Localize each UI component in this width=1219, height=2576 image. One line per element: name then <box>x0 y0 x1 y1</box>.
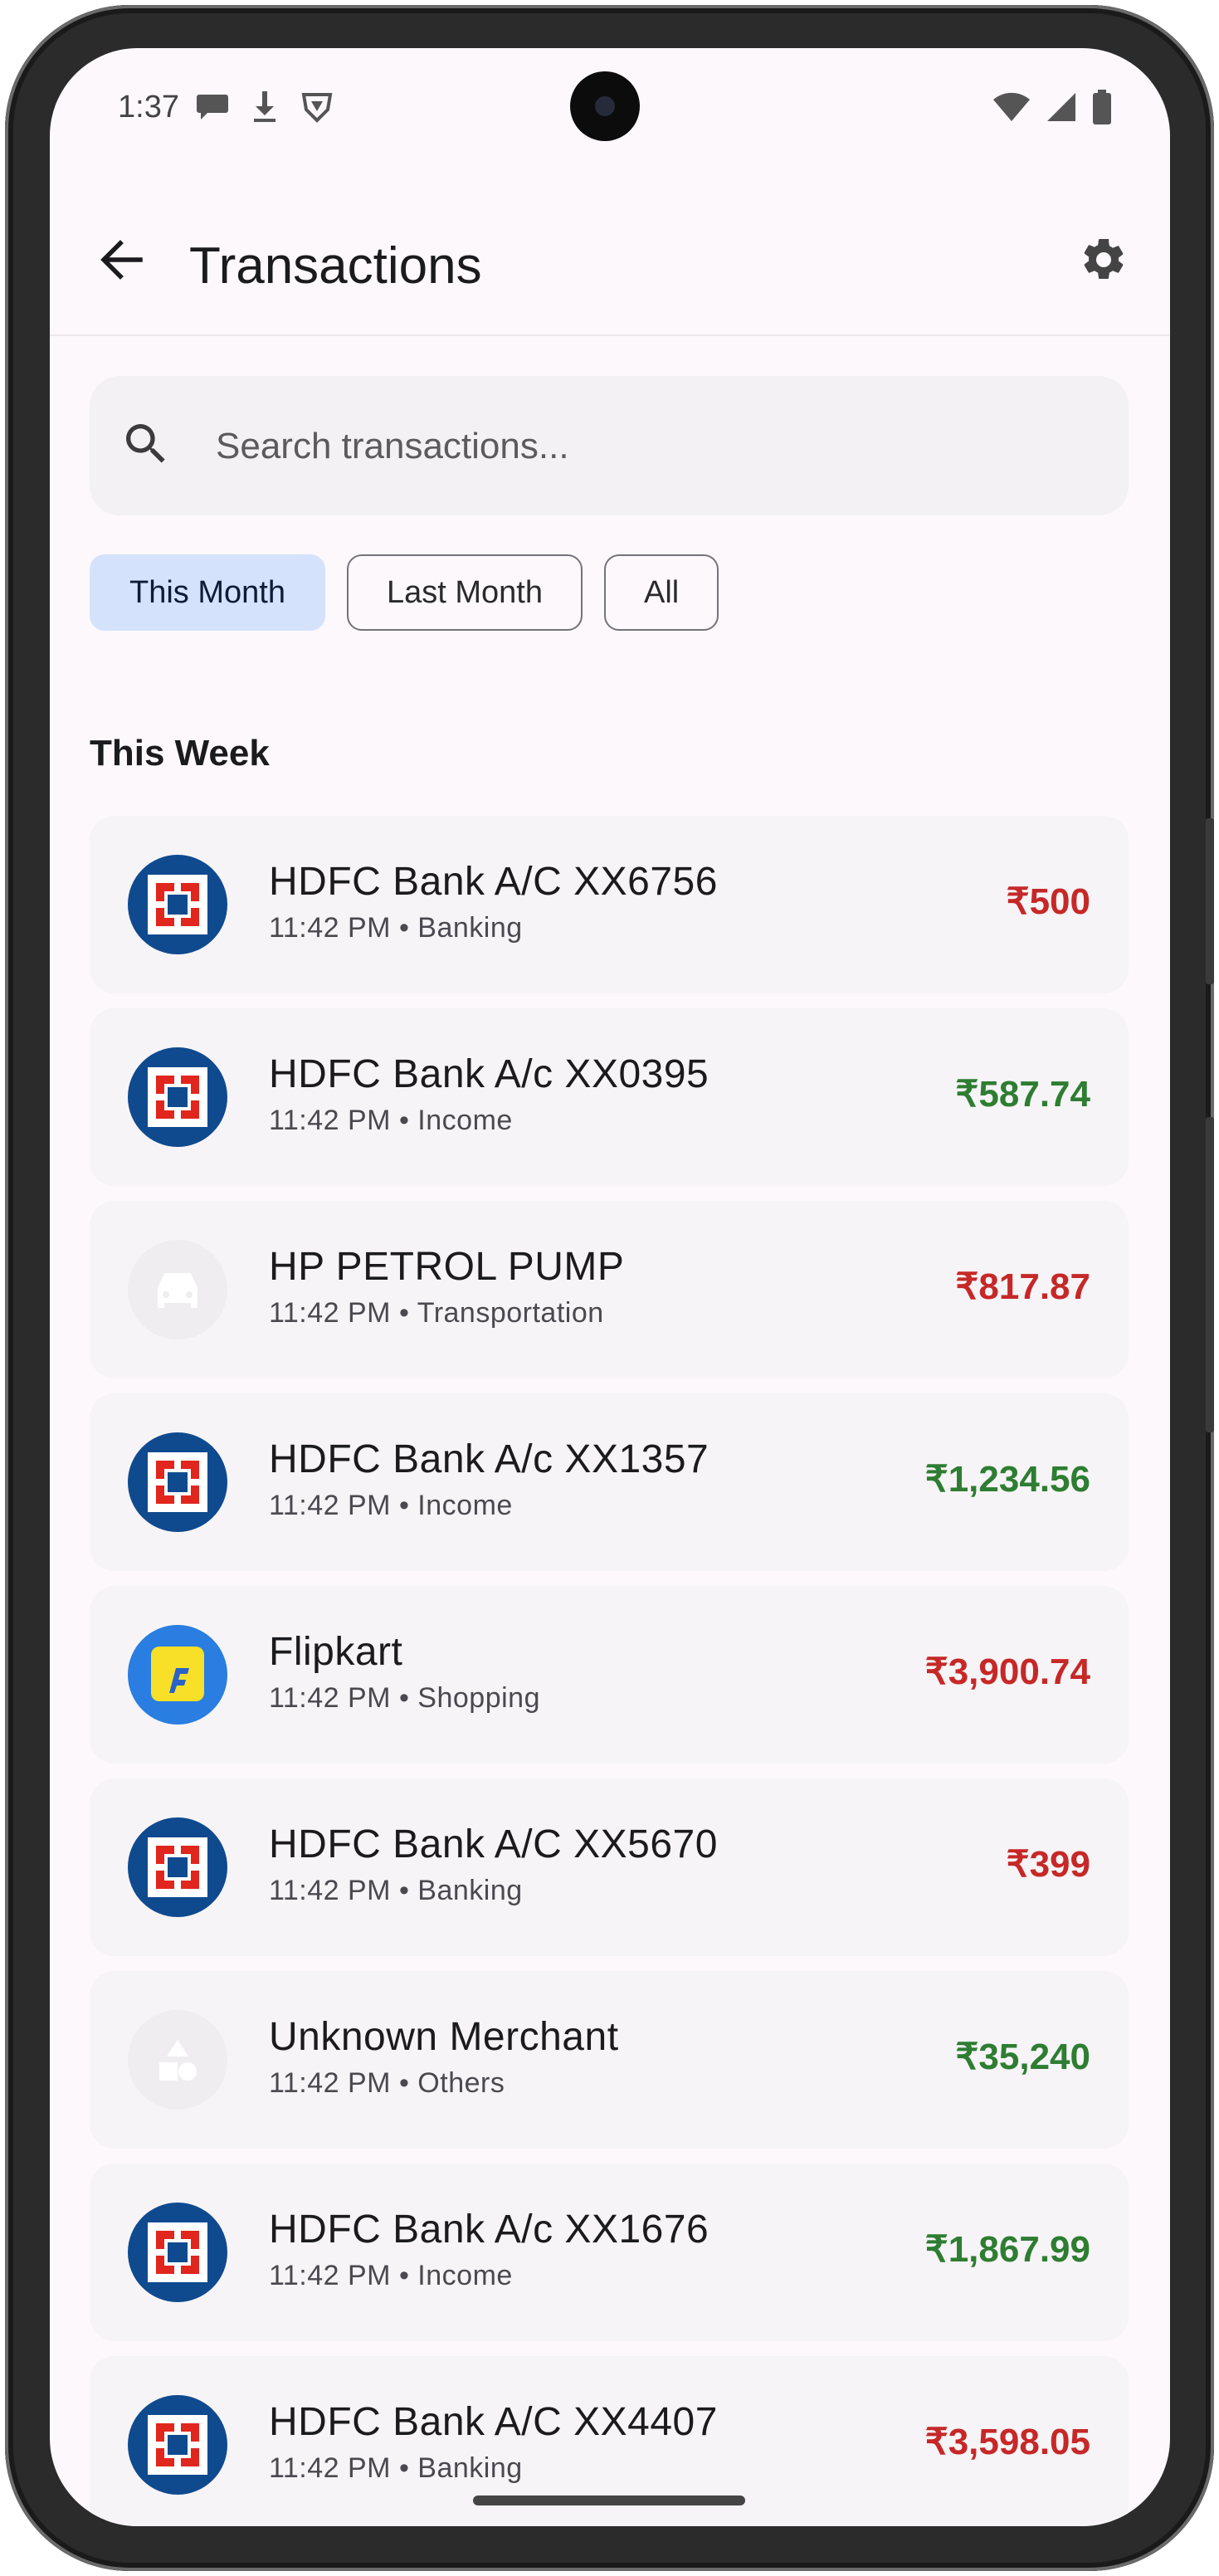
message-icon <box>196 91 229 125</box>
transaction-amount: ₹3,900.74 <box>924 1651 1090 1692</box>
transaction-item[interactable]: HDFC Bank A/C XX5670 11:42 PM • Banking … <box>90 1778 1129 1956</box>
hdfc-bank-logo-icon <box>128 1047 227 1147</box>
battery-icon <box>1092 90 1112 129</box>
transaction-meta: 11:42 PM • Income <box>269 1105 513 1136</box>
transaction-meta: 11:42 PM • Others <box>269 2067 505 2099</box>
page-title: Transactions <box>189 237 482 295</box>
chip-all[interactable]: All <box>603 554 719 631</box>
hdfc-bank-logo-icon <box>128 1432 227 1532</box>
transaction-meta: 11:42 PM • Banking <box>269 912 523 944</box>
transaction-name: Flipkart <box>269 1630 403 1674</box>
transaction-amount: ₹587.74 <box>955 1074 1090 1115</box>
screen: 1:37 Transactions Search transactions...… <box>50 48 1170 2526</box>
search-input[interactable] <box>214 409 1097 484</box>
transaction-item[interactable]: Unknown Merchant 11:42 PM • Others ₹35,2… <box>90 1971 1129 2149</box>
chip-last-month[interactable]: Last Month <box>346 554 583 631</box>
transaction-amount: ₹500 <box>1006 881 1090 922</box>
signal-icon <box>1046 91 1077 127</box>
transaction-meta: 11:42 PM • Transportation <box>269 1297 604 1329</box>
hdfc-bank-logo-icon <box>128 2395 227 2495</box>
transaction-amount: ₹1,234.56 <box>924 1459 1090 1500</box>
category-shapes-icon <box>128 2010 227 2110</box>
volume-button <box>1206 818 1214 984</box>
wifi-icon <box>992 91 1031 127</box>
status-bar: 1:37 <box>50 48 1170 181</box>
hdfc-bank-logo-icon <box>128 1817 227 1917</box>
download-icon <box>251 90 279 127</box>
transaction-meta: 11:42 PM • Shopping <box>269 1682 540 1714</box>
transaction-name: HDFC Bank A/c XX1676 <box>269 2208 709 2252</box>
flipkart-logo-icon <box>128 1625 227 1725</box>
transaction-item[interactable]: HP PETROL PUMP 11:42 PM • Transportation… <box>90 1201 1129 1378</box>
back-button[interactable] <box>88 228 154 295</box>
transaction-meta: 11:42 PM • Income <box>269 1490 513 1521</box>
transaction-item[interactable]: Flipkart 11:42 PM • Shopping ₹3,900.74 <box>90 1586 1129 1764</box>
transaction-amount: ₹1,867.99 <box>924 2229 1090 2270</box>
settings-button[interactable] <box>1070 228 1137 295</box>
top-app-bar: Transactions <box>50 193 1170 336</box>
arrow-back-icon <box>99 239 144 284</box>
transaction-amount: ₹35,240 <box>955 2037 1090 2077</box>
filter-chips: This Month Last Month All <box>90 554 719 631</box>
front-camera <box>570 71 640 141</box>
transaction-list: HDFC Bank A/C XX6756 11:42 PM • Banking … <box>90 816 1129 2526</box>
section-header: This Week <box>90 733 270 773</box>
chip-this-month[interactable]: This Month <box>90 554 325 631</box>
search-bar[interactable] <box>90 376 1129 515</box>
transaction-name: HP PETROL PUMP <box>269 1245 625 1289</box>
transaction-item[interactable]: HDFC Bank A/C XX6756 11:42 PM • Banking … <box>90 816 1129 993</box>
power-button <box>1206 1117 1214 1432</box>
status-time: 1:37 <box>118 90 179 124</box>
transaction-amount: ₹399 <box>1006 1844 1090 1885</box>
transaction-name: HDFC Bank A/C XX4407 <box>269 2400 718 2444</box>
gesture-navigation-bar[interactable] <box>473 2496 745 2505</box>
transaction-amount: ₹817.87 <box>955 1266 1090 1307</box>
hdfc-bank-logo-icon <box>128 855 227 954</box>
transaction-name: HDFC Bank A/c XX0395 <box>269 1052 709 1096</box>
hdfc-bank-logo-icon <box>128 2203 227 2302</box>
shield-icon <box>300 90 334 127</box>
transaction-item[interactable]: HDFC Bank A/c XX1357 11:42 PM • Income ₹… <box>90 1393 1129 1571</box>
transaction-name: HDFC Bank A/C XX6756 <box>269 860 718 904</box>
gear-icon <box>1079 235 1129 289</box>
transaction-name: HDFC Bank A/C XX5670 <box>269 1822 718 1866</box>
transaction-name: Unknown Merchant <box>269 2015 619 2059</box>
transaction-item[interactable]: HDFC Bank A/c XX1676 11:42 PM • Income ₹… <box>90 2164 1129 2341</box>
transaction-meta: 11:42 PM • Banking <box>269 1875 523 1906</box>
search-icon <box>119 417 173 475</box>
transaction-item[interactable]: HDFC Bank A/c XX0395 11:42 PM • Income ₹… <box>90 1008 1129 1186</box>
transaction-meta: 11:42 PM • Income <box>269 2260 513 2291</box>
car-icon <box>128 1240 227 1339</box>
transaction-amount: ₹3,598.05 <box>924 2422 1090 2462</box>
transaction-meta: 11:42 PM • Banking <box>269 2452 523 2484</box>
transaction-name: HDFC Bank A/c XX1357 <box>269 1437 709 1481</box>
